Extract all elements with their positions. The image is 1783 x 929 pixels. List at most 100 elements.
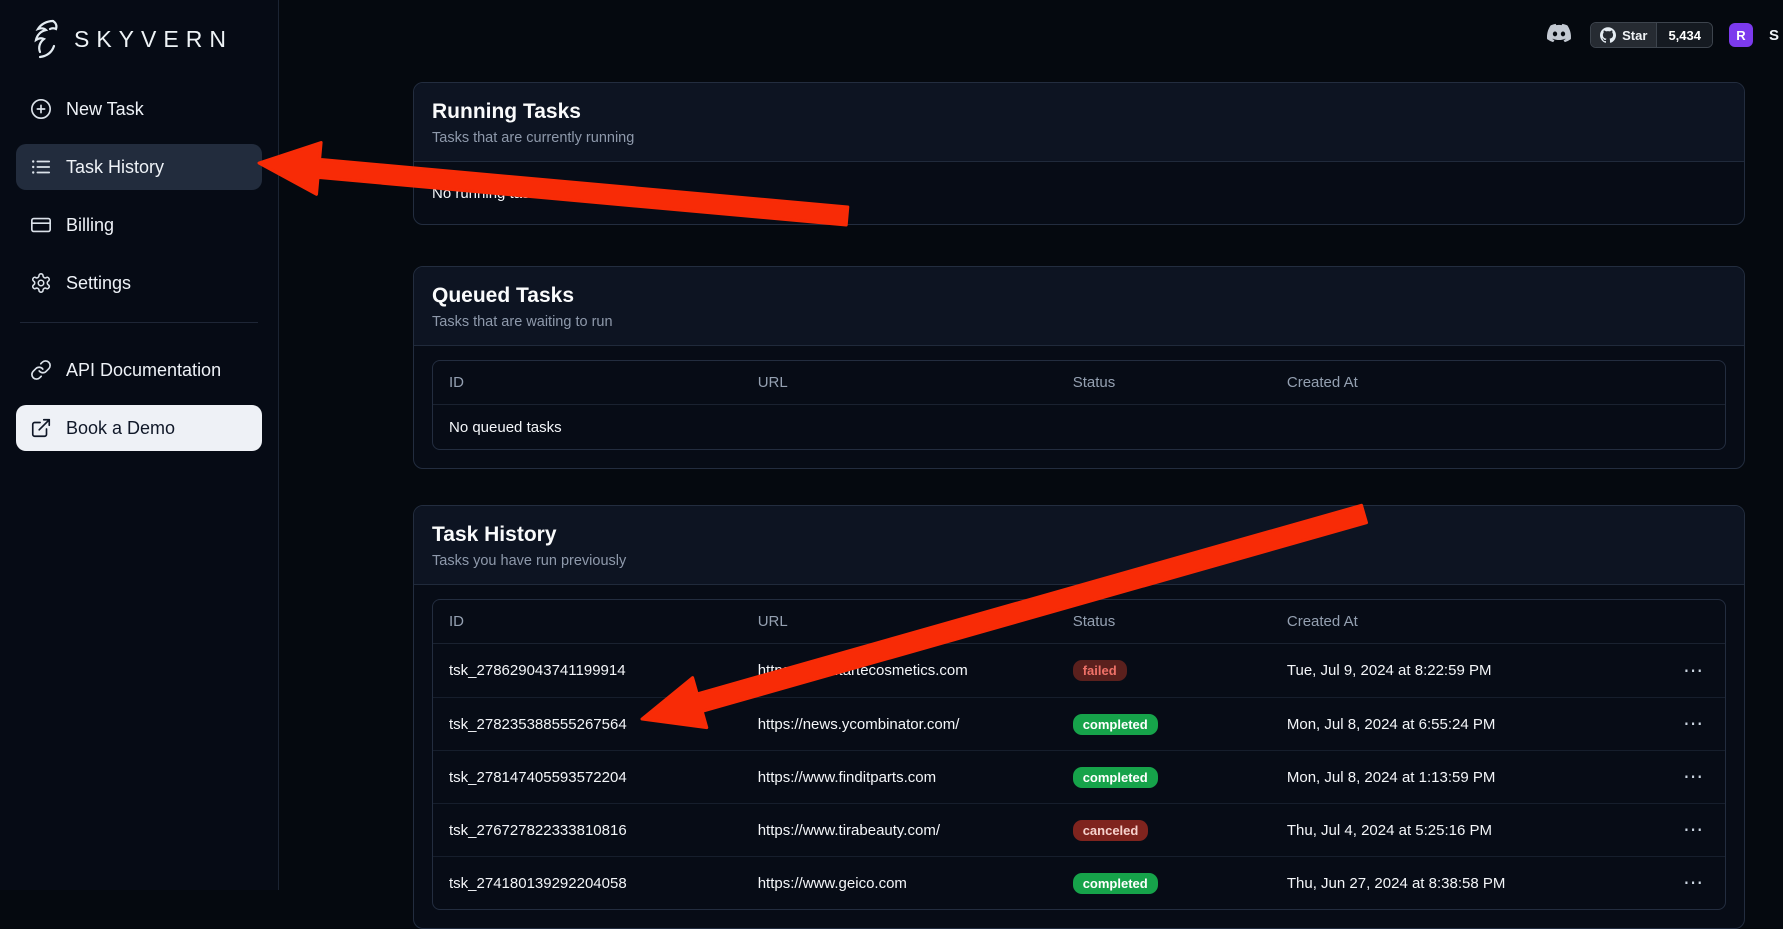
row-menu-button[interactable]: ⋯ xyxy=(1677,765,1709,789)
github-star-count[interactable]: 5,434 xyxy=(1656,23,1712,47)
task-id: tsk_276727822333810816 xyxy=(449,822,758,839)
queued-tasks-table: ID URL Status Created At No queued tasks xyxy=(432,360,1726,450)
task-created-at: Thu, Jul 4, 2024 at 5:25:16 PM xyxy=(1287,822,1492,839)
sidebar-item-label: Task History xyxy=(66,157,164,178)
created-at-cell: Mon, Jul 8, 2024 at 1:13:59 PM ⋯ xyxy=(1287,765,1709,789)
created-at-cell: Thu, Jun 27, 2024 at 8:38:58 PM ⋯ xyxy=(1287,871,1709,895)
sidebar-item-new-task[interactable]: New Task xyxy=(16,86,262,132)
column-header-id: ID xyxy=(449,374,758,391)
running-tasks-card: Running Tasks Tasks that are currently r… xyxy=(413,82,1745,225)
task-created-at: Mon, Jul 8, 2024 at 1:13:59 PM xyxy=(1287,769,1495,786)
row-menu-button[interactable]: ⋯ xyxy=(1677,712,1709,736)
column-header-id: ID xyxy=(449,613,758,630)
task-url: https://www.tartecosmetics.com xyxy=(758,662,1073,679)
sidebar-item-label: New Task xyxy=(66,99,144,120)
row-menu-button[interactable]: ⋯ xyxy=(1677,818,1709,842)
task-history-table: ID URL Status Created At tsk_27862904374… xyxy=(432,599,1726,910)
gear-icon xyxy=(30,272,52,294)
column-header-status: Status xyxy=(1073,374,1287,391)
card-subtitle: Tasks that are currently running xyxy=(432,130,1726,146)
table-row[interactable]: tsk_278235388555267564 https://news.ycom… xyxy=(433,697,1725,750)
created-at-cell: Tue, Jul 9, 2024 at 8:22:59 PM ⋯ xyxy=(1287,659,1709,683)
sidebar-item-book-a-demo[interactable]: Book a Demo xyxy=(16,405,262,451)
user-name-partial: S xyxy=(1769,27,1779,44)
column-header-url: URL xyxy=(758,613,1073,630)
sidebar: SKYVERN New Task Task History xyxy=(0,0,279,890)
status-badge: canceled xyxy=(1073,820,1149,841)
queued-tasks-card: Queued Tasks Tasks that are waiting to r… xyxy=(413,266,1745,469)
plus-circle-icon xyxy=(30,98,52,120)
task-history-header: Task History Tasks you have run previous… xyxy=(414,506,1744,585)
task-created-at: Thu, Jun 27, 2024 at 8:38:58 PM xyxy=(1287,875,1505,892)
avatar[interactable]: R xyxy=(1729,23,1753,47)
github-star-label: Star xyxy=(1622,28,1647,43)
table-row[interactable]: tsk_274180139292204058 https://www.geico… xyxy=(433,856,1725,909)
github-star-button[interactable]: Star xyxy=(1591,23,1656,47)
topbar: Star 5,434 R S xyxy=(1544,20,1783,50)
row-menu-button[interactable]: ⋯ xyxy=(1677,659,1709,683)
table-header-row: ID URL Status Created At xyxy=(433,361,1725,405)
card-title: Task History xyxy=(432,523,1726,547)
row-menu-button[interactable]: ⋯ xyxy=(1677,871,1709,895)
task-id: tsk_278235388555267564 xyxy=(449,716,758,733)
discord-icon[interactable] xyxy=(1544,21,1574,50)
column-header-created-at: Created At xyxy=(1287,613,1709,630)
status-badge: completed xyxy=(1073,714,1158,735)
task-url: https://www.finditparts.com xyxy=(758,769,1073,786)
status-cell: canceled xyxy=(1073,820,1287,841)
sidebar-item-billing[interactable]: Billing xyxy=(16,202,262,248)
sidebar-item-label: Book a Demo xyxy=(66,418,175,439)
status-badge: failed xyxy=(1073,660,1127,681)
link-icon xyxy=(30,359,52,381)
task-id: tsk_278629043741199914 xyxy=(449,662,758,679)
running-tasks-header: Running Tasks Tasks that are currently r… xyxy=(414,83,1744,162)
column-header-status: Status xyxy=(1073,613,1287,630)
task-url: https://news.ycombinator.com/ xyxy=(758,716,1073,733)
table-row[interactable]: tsk_276727822333810816 https://www.tirab… xyxy=(433,803,1725,856)
sidebar-divider xyxy=(20,322,258,323)
status-cell: failed xyxy=(1073,660,1287,681)
column-header-created-at: Created At xyxy=(1287,374,1709,391)
sidebar-item-label: Settings xyxy=(66,273,131,294)
created-at-cell: Thu, Jul 4, 2024 at 5:25:16 PM ⋯ xyxy=(1287,818,1709,842)
status-badge: completed xyxy=(1073,873,1158,894)
card-title: Queued Tasks xyxy=(432,284,1726,308)
sidebar-secondary-nav: API Documentation Book a Demo xyxy=(16,347,262,451)
list-icon xyxy=(30,156,52,178)
table-row[interactable]: tsk_278147405593572204 https://www.findi… xyxy=(433,750,1725,803)
github-icon xyxy=(1600,27,1616,43)
sidebar-item-label: Billing xyxy=(66,215,114,236)
sidebar-item-settings[interactable]: Settings xyxy=(16,260,262,306)
sidebar-item-api-documentation[interactable]: API Documentation xyxy=(16,347,262,393)
task-url: https://www.tirabeauty.com/ xyxy=(758,822,1073,839)
sidebar-item-task-history[interactable]: Task History xyxy=(16,144,262,190)
task-history-card: Task History Tasks you have run previous… xyxy=(413,505,1745,929)
queued-tasks-empty: No queued tasks xyxy=(433,405,1725,449)
running-tasks-empty: No running tasks xyxy=(414,162,1744,224)
queued-tasks-header: Queued Tasks Tasks that are waiting to r… xyxy=(414,267,1744,346)
status-cell: completed xyxy=(1073,714,1287,735)
credit-card-icon xyxy=(30,214,52,236)
skyvern-logo-icon xyxy=(20,16,66,62)
main-content: Running Tasks Tasks that are currently r… xyxy=(413,0,1745,929)
status-badge: completed xyxy=(1073,767,1158,788)
status-cell: completed xyxy=(1073,873,1287,894)
table-row[interactable]: tsk_278629043741199914 https://www.tarte… xyxy=(433,644,1725,697)
task-url: https://www.geico.com xyxy=(758,875,1073,892)
card-subtitle: Tasks you have run previously xyxy=(432,553,1726,569)
github-star-widget[interactable]: Star 5,434 xyxy=(1590,22,1713,48)
created-at-cell: Mon, Jul 8, 2024 at 6:55:24 PM ⋯ xyxy=(1287,712,1709,736)
external-link-icon xyxy=(30,417,52,439)
task-id: tsk_274180139292204058 xyxy=(449,875,758,892)
sidebar-nav: New Task Task History Billing xyxy=(16,86,262,306)
logo: SKYVERN xyxy=(16,14,262,86)
logo-text: SKYVERN xyxy=(74,26,233,53)
task-created-at: Mon, Jul 8, 2024 at 6:55:24 PM xyxy=(1287,716,1495,733)
card-title: Running Tasks xyxy=(432,100,1726,124)
task-created-at: Tue, Jul 9, 2024 at 8:22:59 PM xyxy=(1287,662,1492,679)
table-header-row: ID URL Status Created At xyxy=(433,600,1725,644)
task-id: tsk_278147405593572204 xyxy=(449,769,758,786)
column-header-url: URL xyxy=(758,374,1073,391)
card-subtitle: Tasks that are waiting to run xyxy=(432,314,1726,330)
status-cell: completed xyxy=(1073,767,1287,788)
